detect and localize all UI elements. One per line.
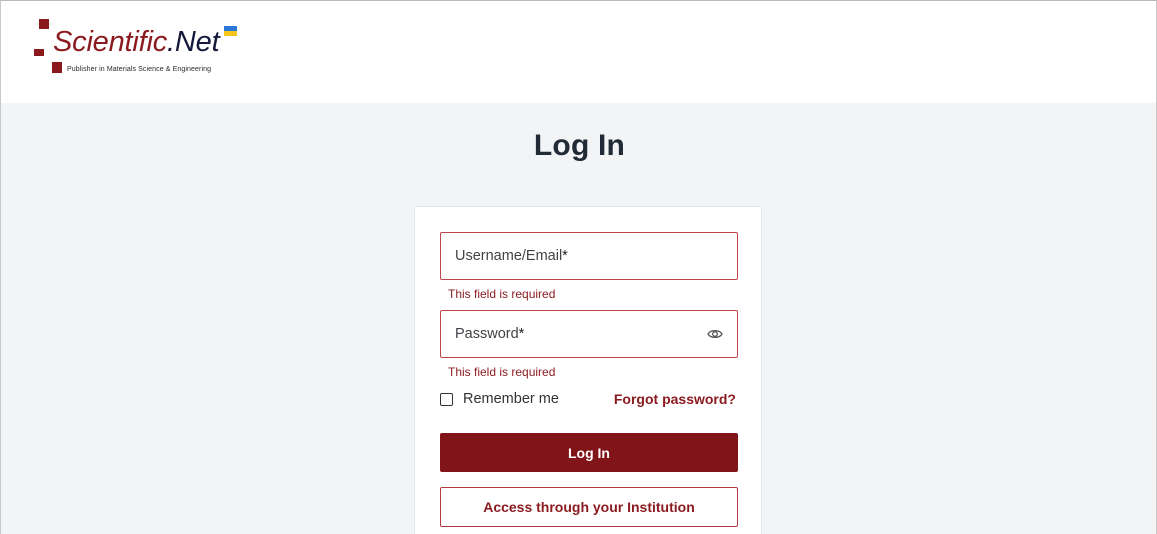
logo-square-middle [34,49,44,56]
login-button[interactable]: Log In [440,433,738,472]
login-form-card: Username/Email* This field is required P… [414,206,762,534]
password-input[interactable] [441,311,737,357]
page-title: Log In [533,129,626,162]
username-error-message: This field is required [448,287,556,301]
logo-square-bottom [52,62,62,73]
site-header: Scientific.Net Publisher in Materials Sc… [1,1,1156,103]
username-email-field[interactable]: Username/Email* [440,232,738,280]
logo-wordmark: Scientific.Net [53,24,220,60]
logo-square-top [39,19,49,29]
remember-me-checkbox[interactable] [440,392,453,406]
remember-me-label: Remember me [463,391,559,407]
password-error-message: This field is required [448,365,556,379]
scientific-net-logo[interactable]: Scientific.Net Publisher in Materials Sc… [32,19,252,91]
logo-wordmark-part1: Scientific [53,26,168,58]
eye-icon[interactable] [707,327,723,341]
ukraine-flag-icon [224,26,237,36]
browser-viewport: Scientific.Net Publisher in Materials Sc… [0,0,1157,534]
access-through-institution-button[interactable]: Access through your Institution [440,487,738,527]
remember-me-option[interactable]: Remember me [440,390,559,408]
logo-wordmark-part2: .Net [167,26,220,58]
logo-tagline: Publisher in Materials Science & Enginee… [67,66,212,73]
forgot-password-link[interactable]: Forgot password? [614,391,736,407]
password-field[interactable]: Password* [440,310,738,358]
username-email-input[interactable] [441,233,737,279]
